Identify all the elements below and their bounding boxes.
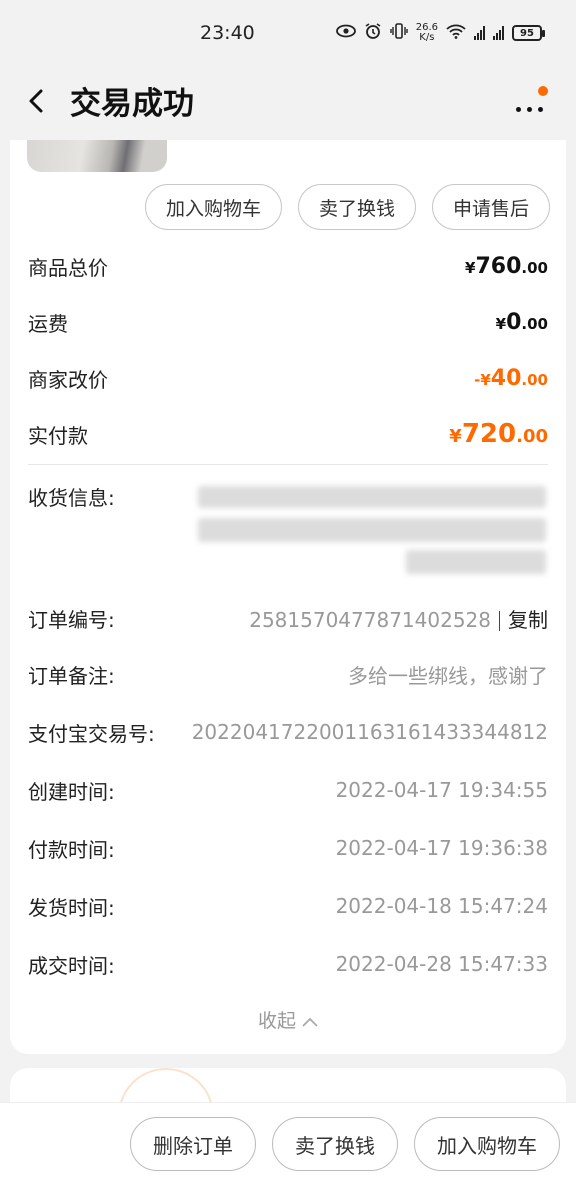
- price-value: ¥720.00: [449, 419, 548, 449]
- vibrate-icon: [390, 23, 408, 43]
- status-icons: 26.6 K/s 95: [335, 22, 545, 44]
- order-note: 多给一些绑线，感谢了: [348, 663, 548, 688]
- notification-badge: [538, 86, 548, 96]
- alarm-icon: [364, 22, 382, 44]
- alipay-number: 2022041722001163161433344812: [191, 720, 548, 744]
- signal-icon-2: [493, 26, 504, 40]
- price-value: -¥40.00: [474, 365, 548, 391]
- closed-time-row: 成交时间: 2022-04-28 15:47:33: [28, 952, 548, 978]
- order-number-row: 订单编号: 2581570477871402528 复制: [28, 607, 548, 632]
- signal-icon: [474, 26, 485, 40]
- created-time: 2022-04-17 19:34:55: [335, 778, 548, 802]
- price-value: ¥760.00: [465, 253, 548, 279]
- alipay-row: 支付宝交易号: 2022041722001163161433344812: [28, 720, 548, 746]
- paid-time: 2022-04-17 19:36:38: [335, 836, 548, 860]
- created-time-row: 创建时间: 2022-04-17 19:34:55: [28, 778, 548, 804]
- back-icon[interactable]: [24, 88, 48, 114]
- status-bar: 23:40 26.6 K/s 95: [0, 0, 576, 66]
- divider: [28, 464, 548, 465]
- net-speed: 26.6 K/s: [415, 22, 438, 43]
- order-number[interactable]: 2581570477871402528: [249, 608, 491, 632]
- battery-icon: 95: [512, 25, 545, 41]
- page-title: 交易成功: [70, 86, 194, 122]
- price-value: ¥0.00: [495, 309, 548, 335]
- wifi-icon: [446, 24, 466, 43]
- status-time: 23:40: [200, 22, 255, 44]
- shipped-time: 2022-04-18 15:47:24: [335, 894, 548, 918]
- item-actions: 加入购物车 卖了换钱 申请售后: [144, 184, 550, 230]
- price-row-total: 商品总价 ¥760.00: [28, 253, 548, 280]
- eye-icon: [335, 24, 356, 42]
- price-row-shipping: 运费 ¥0.00: [28, 309, 548, 336]
- nav-bar: 交易成功: [0, 66, 576, 136]
- resell-button[interactable]: 卖了换钱: [297, 184, 416, 230]
- order-detail-card: 加入购物车 卖了换钱 申请售后 商品总价 ¥760.00 运费 ¥0.00 商家…: [10, 140, 566, 1054]
- bottom-action-bar: 删除订单 卖了换钱 加入购物车: [0, 1102, 576, 1188]
- price-row-discount: 商家改价 -¥40.00: [28, 365, 548, 392]
- chevron-up-icon: [302, 1010, 318, 1032]
- resell-button-bottom[interactable]: 卖了换钱: [272, 1117, 398, 1171]
- shipped-time-row: 发货时间: 2022-04-18 15:47:24: [28, 894, 548, 920]
- add-to-cart-button-bottom[interactable]: 加入购物车: [414, 1117, 560, 1171]
- order-note-row: 订单备注: 多给一些绑线，感谢了: [28, 654, 548, 694]
- copy-button[interactable]: 复制: [508, 608, 548, 632]
- after-sale-button[interactable]: 申请售后: [431, 184, 550, 230]
- collapse-toggle[interactable]: 收起: [10, 1006, 566, 1033]
- more-icon[interactable]: [514, 86, 548, 116]
- paid-time-row: 付款时间: 2022-04-17 19:36:38: [28, 836, 548, 862]
- price-row-paid: 实付款 ¥720.00: [28, 419, 548, 449]
- delete-order-button[interactable]: 删除订单: [130, 1117, 256, 1171]
- closed-time: 2022-04-28 15:47:33: [335, 952, 548, 976]
- add-to-cart-button[interactable]: 加入购物车: [144, 184, 282, 230]
- product-thumbnail[interactable]: [27, 140, 167, 172]
